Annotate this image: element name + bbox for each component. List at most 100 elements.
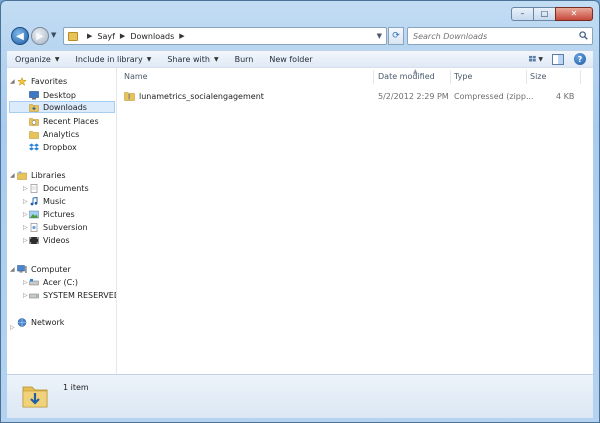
organize-menu[interactable]: Organize ▼ <box>7 51 67 67</box>
expand-arrow-icon[interactable]: ▷ <box>23 279 28 286</box>
nav-libraries[interactable]: Libraries <box>17 169 66 181</box>
recent-pages-dropdown[interactable]: ▼ <box>51 31 56 39</box>
view-grid-icon <box>529 55 536 62</box>
nav-item-label: Analytics <box>43 129 80 139</box>
drive-icon <box>29 293 39 298</box>
column-divider[interactable] <box>580 70 581 84</box>
help-button[interactable]: ? <box>573 53 587 65</box>
nav-item-pictures[interactable]: Pictures <box>29 208 75 220</box>
expand-arrow-icon[interactable]: ◢ <box>10 78 15 85</box>
dropbox-icon <box>29 143 39 150</box>
expand-arrow-icon[interactable]: ▷ <box>23 211 28 218</box>
expand-arrow-icon[interactable]: ◢ <box>10 266 15 273</box>
file-name: lunametrics_socialengagement <box>139 91 264 101</box>
file-list[interactable]: Name ▲ Date modified Type Size lunametri… <box>118 68 593 374</box>
maximize-button[interactable]: □ <box>533 7 555 21</box>
nav-network[interactable]: Network <box>17 316 64 328</box>
desktop-icon <box>29 90 39 99</box>
expand-arrow-icon[interactable]: ▷ <box>23 185 28 192</box>
minimize-button[interactable]: – <box>511 7 533 21</box>
forward-button[interactable]: ▶ <box>31 27 49 45</box>
nav-item-acer-drive[interactable]: Acer (C:) <box>29 276 78 288</box>
back-button[interactable]: ◀ <box>11 27 29 45</box>
column-divider[interactable] <box>526 70 527 84</box>
computer-icon <box>17 264 27 273</box>
main-area: ◢ Favorites Desktop Downloads Recent Pla… <box>7 67 593 374</box>
expand-arrow-icon[interactable]: ▷ <box>23 237 28 244</box>
arrow-right-icon: ▶ <box>36 30 44 42</box>
column-divider[interactable] <box>373 70 374 84</box>
videos-icon <box>29 236 39 244</box>
refresh-button[interactable]: ⟳ <box>388 27 404 45</box>
command-bar: Organize ▼ Include in library ▼ Share with… <box>7 50 593 67</box>
pictures-icon <box>29 210 39 218</box>
expand-arrow-icon[interactable]: ◢ <box>10 172 15 179</box>
share-with-label: Share with <box>167 54 210 64</box>
preview-pane-button[interactable] <box>551 53 565 65</box>
search-box[interactable] <box>407 27 593 45</box>
nav-favorites[interactable]: Favorites <box>17 75 67 87</box>
documents-icon <box>30 183 38 193</box>
breadcrumb-chevron-icon[interactable]: ▶ <box>120 32 125 40</box>
nav-item-label: Downloads <box>43 102 87 112</box>
recent-places-icon <box>29 117 39 126</box>
breadcrumb-chevron-icon[interactable]: ▶ <box>179 32 184 40</box>
chevron-down-icon: ▼ <box>54 55 60 63</box>
nav-item-videos[interactable]: Videos <box>29 234 70 246</box>
address-bar[interactable]: ▶ Sayf ▶ Downloads ▶ ▼ <box>63 27 387 45</box>
libraries-icon <box>17 171 27 180</box>
nav-item-desktop[interactable]: Desktop <box>29 89 76 101</box>
nav-item-analytics[interactable]: Analytics <box>29 128 79 140</box>
nav-item-label: Pictures <box>43 209 75 219</box>
nav-item-label: Music <box>43 196 66 206</box>
downloads-folder-icon <box>22 386 48 408</box>
caption-buttons: – □ ✕ <box>511 7 593 21</box>
search-icon[interactable] <box>579 31 588 40</box>
nav-item-downloads[interactable]: Downloads <box>9 101 115 113</box>
nav-item-subversion[interactable]: Subversion <box>29 221 88 233</box>
nav-item-system-reserved[interactable]: SYSTEM RESERVED ( <box>29 289 117 301</box>
expand-arrow-icon[interactable]: ▷ <box>23 292 28 299</box>
column-header-date-modified[interactable]: Date modified <box>378 72 435 81</box>
file-size-cell: 4 KB <box>556 91 575 101</box>
address-history-dropdown[interactable]: ▼ <box>377 32 382 40</box>
new-folder-button[interactable]: New folder <box>261 51 320 67</box>
new-folder-label: New folder <box>269 54 313 64</box>
zip-folder-icon <box>124 92 135 101</box>
breadcrumb-chevron-icon[interactable]: ▶ <box>87 32 92 40</box>
expand-arrow-icon[interactable]: ▷ <box>23 198 28 205</box>
nav-item-label: SYSTEM RESERVED ( <box>43 290 117 300</box>
nav-libraries-label: Libraries <box>31 170 66 180</box>
file-name-cell[interactable]: lunametrics_socialengagement <box>124 90 264 102</box>
expand-arrow-icon[interactable]: ▷ <box>10 324 15 331</box>
file-row[interactable]: lunametrics_socialengagement 5/2/2012 2:… <box>118 90 593 102</box>
include-in-library-menu[interactable]: Include in library ▼ <box>67 51 159 67</box>
nav-computer[interactable]: Computer <box>17 263 71 275</box>
nav-item-recent-places[interactable]: Recent Places <box>29 115 99 127</box>
nav-item-dropbox[interactable]: Dropbox <box>29 141 77 153</box>
column-divider[interactable] <box>450 70 451 84</box>
nav-item-documents[interactable]: Documents <box>29 182 89 194</box>
close-button[interactable]: ✕ <box>555 7 593 21</box>
nav-item-label: Dropbox <box>43 142 77 152</box>
refresh-icon: ⟳ <box>392 31 400 41</box>
column-header-type[interactable]: Type <box>454 72 472 81</box>
expand-arrow-icon[interactable]: ▷ <box>23 224 28 231</box>
folder-icon <box>68 31 78 41</box>
navigation-pane[interactable]: ◢ Favorites Desktop Downloads Recent Pla… <box>7 68 117 374</box>
nav-computer-label: Computer <box>31 264 71 274</box>
column-header-name[interactable]: Name <box>124 72 148 81</box>
share-with-menu[interactable]: Share with ▼ <box>159 51 226 67</box>
breadcrumb-item-user[interactable]: Sayf <box>97 32 115 41</box>
change-view-button[interactable]: ▼ <box>529 53 543 65</box>
nav-item-label: Documents <box>43 183 89 193</box>
nav-favorites-label: Favorites <box>31 76 68 86</box>
breadcrumb-item-downloads[interactable]: Downloads <box>130 32 174 41</box>
column-header-size[interactable]: Size <box>530 72 546 81</box>
burn-button[interactable]: Burn <box>227 51 262 67</box>
search-input[interactable] <box>413 31 574 41</box>
preview-pane-icon <box>552 53 564 65</box>
nav-item-label: Subversion <box>43 222 88 232</box>
nav-item-music[interactable]: Music <box>29 195 66 207</box>
music-icon <box>30 196 38 205</box>
